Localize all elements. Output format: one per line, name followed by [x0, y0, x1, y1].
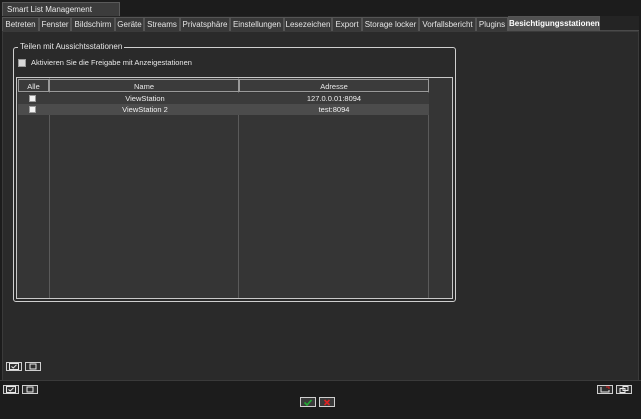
table-row[interactable]: ViewStation 2 test:8094 — [18, 104, 429, 115]
x-icon — [323, 398, 331, 406]
footer-select-none-button[interactable] — [22, 385, 38, 394]
tab-besichtigungsstationen[interactable]: Besichtigungsstationen — [508, 16, 600, 31]
detach-window-icon — [619, 386, 629, 393]
tab-bildschirm[interactable]: Bildschirm — [71, 17, 115, 31]
tab-betreten[interactable]: Betreten — [2, 17, 39, 31]
select-none-button[interactable] — [25, 362, 41, 371]
footer-select-buttons — [3, 385, 38, 394]
tab-lesezeichen[interactable]: Lesezeichen — [284, 17, 332, 31]
uncheck-all-icon — [29, 363, 37, 370]
uncheck-all-icon — [26, 386, 34, 393]
tab-einstellungen[interactable]: Einstellungen — [230, 17, 284, 31]
check-all-icon — [6, 386, 16, 393]
tab-export[interactable]: Export — [332, 17, 362, 31]
restore-window-icon — [600, 386, 610, 393]
share-groupbox-title: Teilen mit Aussichtsstationen — [18, 42, 125, 52]
tab-privatsphaere[interactable]: Privatsphäre — [180, 17, 230, 31]
panel-select-buttons — [6, 362, 41, 371]
row-checkbox[interactable] — [29, 95, 36, 102]
row-address: 127.0.0.01:8094 — [306, 94, 362, 103]
window-title-tab: Smart List Management — [2, 2, 120, 16]
check-icon — [303, 398, 313, 406]
header-address[interactable]: Adresse — [239, 79, 429, 92]
header-name[interactable]: Name — [49, 79, 239, 92]
window-buttons — [597, 385, 632, 394]
row-name: ViewStation — [125, 94, 165, 103]
enable-sharing-checkbox[interactable] — [18, 59, 26, 67]
view-stations-table: Alle Name Adresse ViewStation 127.0.0.01… — [16, 77, 453, 299]
row-address: test:8094 — [318, 105, 350, 114]
ok-button[interactable] — [300, 397, 316, 407]
tab-fenster[interactable]: Fenster — [39, 17, 71, 31]
footer-select-all-button[interactable] — [3, 385, 19, 394]
select-all-button[interactable] — [6, 362, 22, 371]
check-all-icon — [9, 363, 19, 370]
enable-sharing-label: Aktivieren Sie die Freigabe mit Anzeiges… — [31, 58, 192, 67]
tab-geraete[interactable]: Geräte — [115, 17, 144, 31]
header-all[interactable]: Alle — [18, 79, 49, 92]
enable-sharing-row[interactable]: Aktivieren Sie die Freigabe mit Anzeiges… — [18, 58, 192, 68]
restore-window-button[interactable] — [597, 385, 613, 394]
footer-divider — [0, 380, 641, 381]
tab-streams[interactable]: Streams — [144, 17, 180, 31]
table-row[interactable]: ViewStation 127.0.0.01:8094 — [18, 93, 429, 104]
row-name: ViewStation 2 — [122, 105, 168, 114]
tab-plugins[interactable]: Plugins — [476, 17, 508, 31]
tab-vorfallsbericht[interactable]: Vorfallsbericht — [419, 17, 476, 31]
detach-window-button[interactable] — [616, 385, 632, 394]
tab-bar: Betreten Fenster Bildschirm Geräte Strea… — [2, 16, 639, 31]
dialog-buttons — [300, 397, 335, 407]
cancel-button[interactable] — [319, 397, 335, 407]
row-checkbox[interactable] — [29, 106, 36, 113]
tab-storage-locker[interactable]: Storage locker — [362, 17, 419, 31]
